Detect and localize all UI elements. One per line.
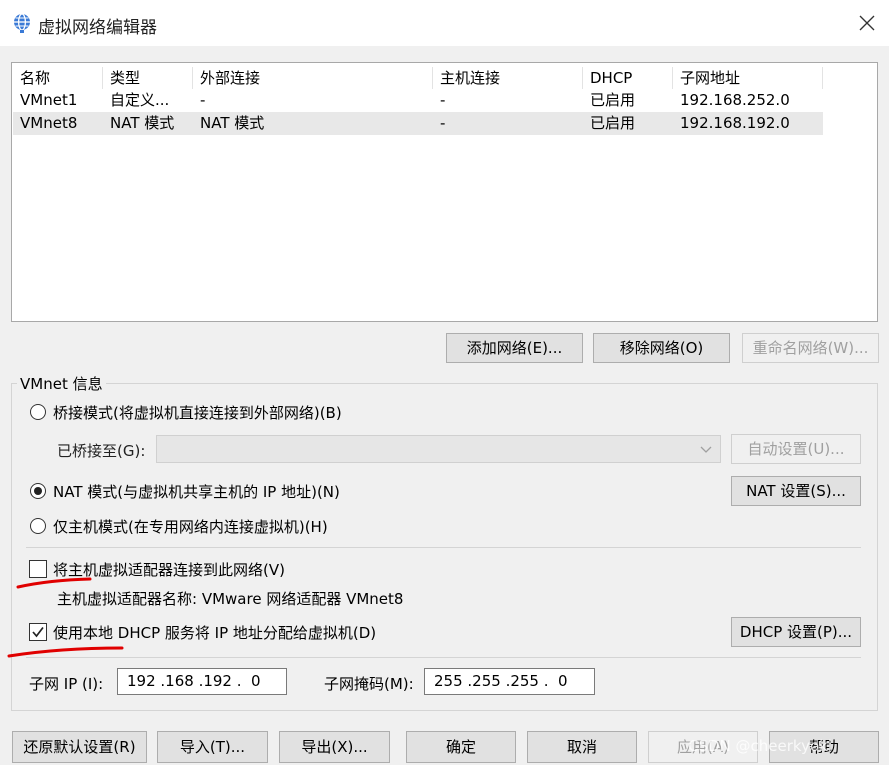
column-header-host[interactable]: 主机连接 (433, 67, 583, 89)
import-button[interactable]: 导入(T)... (157, 731, 268, 763)
add-network-button[interactable]: 添加网络(E)... (446, 333, 583, 363)
cell-external: - (200, 91, 206, 109)
cell-external: NAT 模式 (200, 114, 265, 132)
table-row-selected[interactable]: VMnet8 NAT 模式 NAT 模式 - 已启用 192.168.192.0 (13, 112, 823, 135)
vmnet-info-title: VMnet 信息 (17, 373, 106, 394)
subnet-ip-label: 子网 IP (I): (29, 675, 104, 693)
cell-subnet: 192.168.252.0 (680, 91, 790, 109)
column-header-dhcp[interactable]: DHCP (583, 67, 673, 89)
export-button[interactable]: 导出(X)... (279, 731, 390, 763)
bridged-to-label: 已桥接至(G): (57, 442, 146, 460)
cell-host: - (440, 114, 446, 132)
cell-type: NAT 模式 (110, 114, 175, 132)
bridge-mode-radio[interactable] (30, 404, 46, 420)
nat-mode-label[interactable]: NAT 模式(与虚拟机共享主机的 IP 地址)(N) (53, 481, 340, 502)
auto-settings-button[interactable]: 自动设置(U)... (731, 434, 861, 464)
column-header-name[interactable]: 名称 (13, 67, 103, 89)
close-icon[interactable] (856, 12, 878, 34)
subnet-ip-input[interactable]: 192 .168 .192 . 0 (117, 668, 287, 695)
cell-dhcp: 已启用 (590, 91, 636, 109)
remove-network-button[interactable]: 移除网络(O) (593, 333, 730, 363)
nat-settings-button[interactable]: NAT 设置(S)... (731, 476, 861, 506)
column-header-subnet[interactable]: 子网地址 (673, 67, 823, 89)
ok-button[interactable]: 确定 (406, 731, 516, 763)
chevron-down-icon (700, 446, 712, 453)
divider (26, 547, 861, 548)
dhcp-settings-button[interactable]: DHCP 设置(P)... (731, 617, 861, 647)
subnet-mask-label: 子网掩码(M): (324, 675, 414, 693)
cell-subnet: 192.168.192.0 (680, 114, 790, 132)
bridge-mode-label[interactable]: 桥接模式(将虚拟机直接连接到外部网络)(B) (53, 402, 342, 423)
rename-network-button[interactable]: 重命名网络(W)... (742, 333, 879, 363)
divider (26, 657, 861, 658)
nat-mode-radio[interactable] (30, 483, 46, 499)
host-only-radio[interactable] (30, 518, 46, 534)
cancel-button[interactable]: 取消 (527, 731, 637, 763)
host-only-label[interactable]: 仅主机模式(在专用网络内连接虚拟机)(H) (53, 516, 328, 537)
window-title: 虚拟网络编辑器 (38, 18, 157, 38)
watermark: CSDN @cheerkyoki (688, 737, 832, 755)
cell-type: 自定义... (110, 91, 170, 109)
cell-name: VMnet1 (20, 91, 78, 109)
subnet-mask-input[interactable]: 255 .255 .255 . 0 (424, 668, 595, 695)
table-row[interactable]: VMnet1 自定义... - - 已启用 192.168.252.0 (13, 89, 823, 112)
column-header-type[interactable]: 类型 (103, 67, 193, 89)
cell-name: VMnet8 (20, 114, 78, 132)
column-header-external[interactable]: 外部连接 (193, 67, 433, 89)
annotation-underlines (7, 577, 124, 658)
cell-host: - (440, 91, 446, 109)
cell-dhcp: 已启用 (590, 114, 636, 132)
bridged-to-select[interactable] (156, 435, 721, 463)
network-globe-icon (14, 13, 30, 33)
restore-defaults-button[interactable]: 还原默认设置(R) (12, 731, 147, 763)
network-list[interactable]: 名称 类型 外部连接 主机连接 DHCP 子网地址 VMnet1 自定义... … (11, 62, 878, 322)
